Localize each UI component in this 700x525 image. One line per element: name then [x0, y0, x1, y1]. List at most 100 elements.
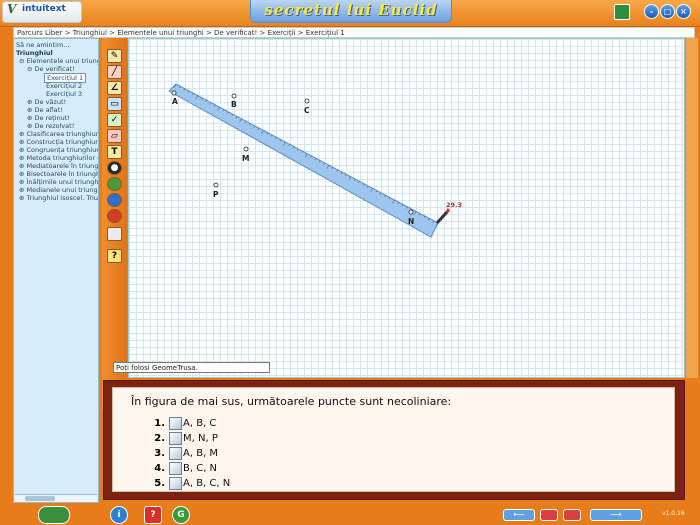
expand-icon: ⊖ — [27, 65, 35, 73]
tree-item-group[interactable]: ⊖ De verificat! — [27, 65, 75, 73]
geometry-figure: 29.3 A B C M P N — [168, 83, 462, 238]
option-label: M, N, P — [183, 433, 218, 444]
minimize-icon[interactable]: – — [644, 4, 659, 19]
tree-item-group[interactable]: ⊕ Metoda triunghiurilor congruente — [19, 154, 98, 162]
option-checkbox[interactable] — [169, 477, 182, 490]
back-arrow-icon[interactable]: ⟵ — [503, 509, 535, 521]
tree-item-group[interactable]: ⊕ Bisectoarele în triunghi — [19, 170, 98, 178]
pencil-icon[interactable]: ✎ — [107, 49, 122, 63]
point-m-label: M — [242, 154, 249, 163]
pencil-body — [435, 210, 449, 225]
scroll-thumb[interactable] — [25, 496, 55, 501]
expand-icon: ⊕ — [19, 162, 27, 170]
line-tool-icon[interactable]: ╱ — [107, 65, 122, 79]
book-icon[interactable] — [614, 4, 630, 20]
tree-item-group[interactable]: ⊕ Medianele unui triunghi — [19, 186, 98, 194]
tree-scrollbar[interactable] — [15, 494, 97, 502]
stop-icon[interactable] — [540, 509, 558, 521]
expand-icon: ⊖ — [19, 57, 27, 65]
option-label: A, B, C — [183, 418, 217, 429]
green-color-icon[interactable] — [107, 177, 122, 191]
question-text: În figura de mai sus, următoarele puncte… — [131, 395, 452, 408]
home-icon[interactable] — [38, 506, 70, 524]
bottom-bar: i ? G ⟵ ⟶ v1.0.16 — [0, 503, 700, 525]
tree-item-group[interactable]: ⊕ De rezolvat! — [27, 122, 74, 130]
option-checkbox[interactable] — [169, 432, 182, 445]
compass-tool-icon[interactable]: ✓ — [107, 113, 122, 127]
tree-item-group[interactable]: ⊕ De văzut! — [27, 98, 66, 106]
drawing-canvas[interactable]: 29.3 A B C M P N — [128, 38, 685, 378]
option-checkbox[interactable] — [169, 447, 182, 460]
option-checkbox[interactable] — [169, 417, 182, 430]
logo-initial: V — [7, 2, 17, 16]
option-label: A, B, C, N — [183, 478, 231, 489]
tree-item-group[interactable]: ⊕ Mediatoarele în triunghi — [19, 162, 98, 170]
breadcrumb: Parcurs Liber > Triunghiul > Elementele … — [13, 27, 695, 38]
expand-icon: ⊕ — [19, 146, 27, 154]
blank-tool-icon[interactable] — [107, 227, 122, 241]
point-m[interactable]: M — [242, 146, 249, 163]
expand-icon: ⊕ — [19, 154, 27, 162]
tree-item-group[interactable]: ⊖ Elementele unui triunghi — [19, 57, 98, 65]
version-label: v1.0.16 — [662, 510, 685, 517]
angle-tool-icon[interactable]: ∠ — [107, 81, 122, 95]
point-n[interactable]: N — [408, 209, 414, 226]
red-color-icon[interactable] — [107, 209, 122, 223]
tree-item[interactable]: Exercițiul 2 — [46, 82, 82, 90]
point-p[interactable]: P — [213, 182, 219, 199]
pencil-tip — [445, 208, 451, 213]
point-b[interactable]: B — [231, 93, 237, 109]
point-p-label: P — [213, 190, 219, 199]
info-icon[interactable]: i — [110, 506, 128, 524]
text-tool-icon[interactable]: T — [107, 145, 122, 159]
expand-icon: ⊕ — [19, 194, 27, 202]
brush-icon[interactable]: ● — [107, 161, 122, 175]
help-tool-icon[interactable]: ? — [107, 249, 122, 263]
title-bar: V intuitext secretul lui Euclid – □ × — [0, 0, 700, 27]
tree-item-group[interactable]: ⊕ Congruența triunghiurilor — [19, 146, 98, 154]
right-frame-strip — [686, 38, 698, 378]
ruler-reading: 29.3 — [446, 201, 462, 209]
option-label: A, B, M — [183, 448, 219, 459]
option-label: B, C, N — [183, 463, 218, 474]
close-icon[interactable]: × — [676, 4, 691, 19]
tree-item[interactable]: Să ne amintim... — [16, 41, 70, 49]
glossary-icon[interactable]: G — [172, 506, 190, 524]
title-banner: secretul lui Euclid — [250, 0, 452, 23]
point-m-marker — [243, 146, 249, 152]
expand-icon: ⊕ — [27, 122, 35, 130]
question-panel: În figura de mai sus, următoarele puncte… — [103, 380, 685, 500]
point-n-marker — [408, 209, 414, 215]
maximize-icon[interactable]: □ — [660, 4, 675, 19]
tree-item[interactable]: Exercițiul 3 — [46, 90, 82, 98]
tree-item-group[interactable]: ⊕ Clasificarea triunghiurilor — [19, 130, 98, 138]
expand-icon: ⊕ — [19, 170, 27, 178]
blue-color-icon[interactable] — [107, 193, 122, 207]
point-c-marker — [304, 98, 310, 104]
point-c-label: C — [304, 106, 310, 115]
ruler-tool-icon[interactable]: ▭ — [107, 97, 122, 111]
tree-item[interactable]: Triunghiul — [16, 49, 53, 57]
tree-item-group[interactable]: ⊕ Construcția triunghiurilor — [19, 138, 98, 146]
eraser-icon[interactable]: ▱ — [107, 129, 122, 143]
point-b-marker — [231, 93, 237, 99]
help-icon[interactable]: ? — [144, 506, 162, 524]
expand-icon: ⊕ — [19, 138, 27, 146]
point-n-label: N — [408, 217, 414, 226]
logo-text: intuitext — [22, 4, 66, 14]
option-number: 3. — [154, 448, 165, 459]
tree-item-group[interactable]: ⊕ Înălțimile unui triunghi — [19, 178, 98, 186]
point-c[interactable]: C — [304, 98, 310, 115]
tree-item-group[interactable]: ⊕ Triunghiul isoscel. Triunghiul echilat… — [19, 194, 98, 202]
forward-arrow-icon[interactable]: ⟶ — [590, 509, 642, 521]
expand-icon: ⊕ — [19, 130, 27, 138]
option-checkbox[interactable] — [169, 462, 182, 475]
tree-item-group[interactable]: ⊕ De aflat! — [27, 106, 63, 114]
point-a-marker — [171, 90, 177, 96]
expand-icon: ⊕ — [27, 98, 35, 106]
point-p-marker — [213, 182, 219, 188]
point-a-label: A — [172, 97, 178, 106]
pause-icon[interactable] — [563, 509, 581, 521]
tree-item-group[interactable]: ⊕ De reținut! — [27, 114, 70, 122]
pencil[interactable] — [435, 208, 451, 225]
